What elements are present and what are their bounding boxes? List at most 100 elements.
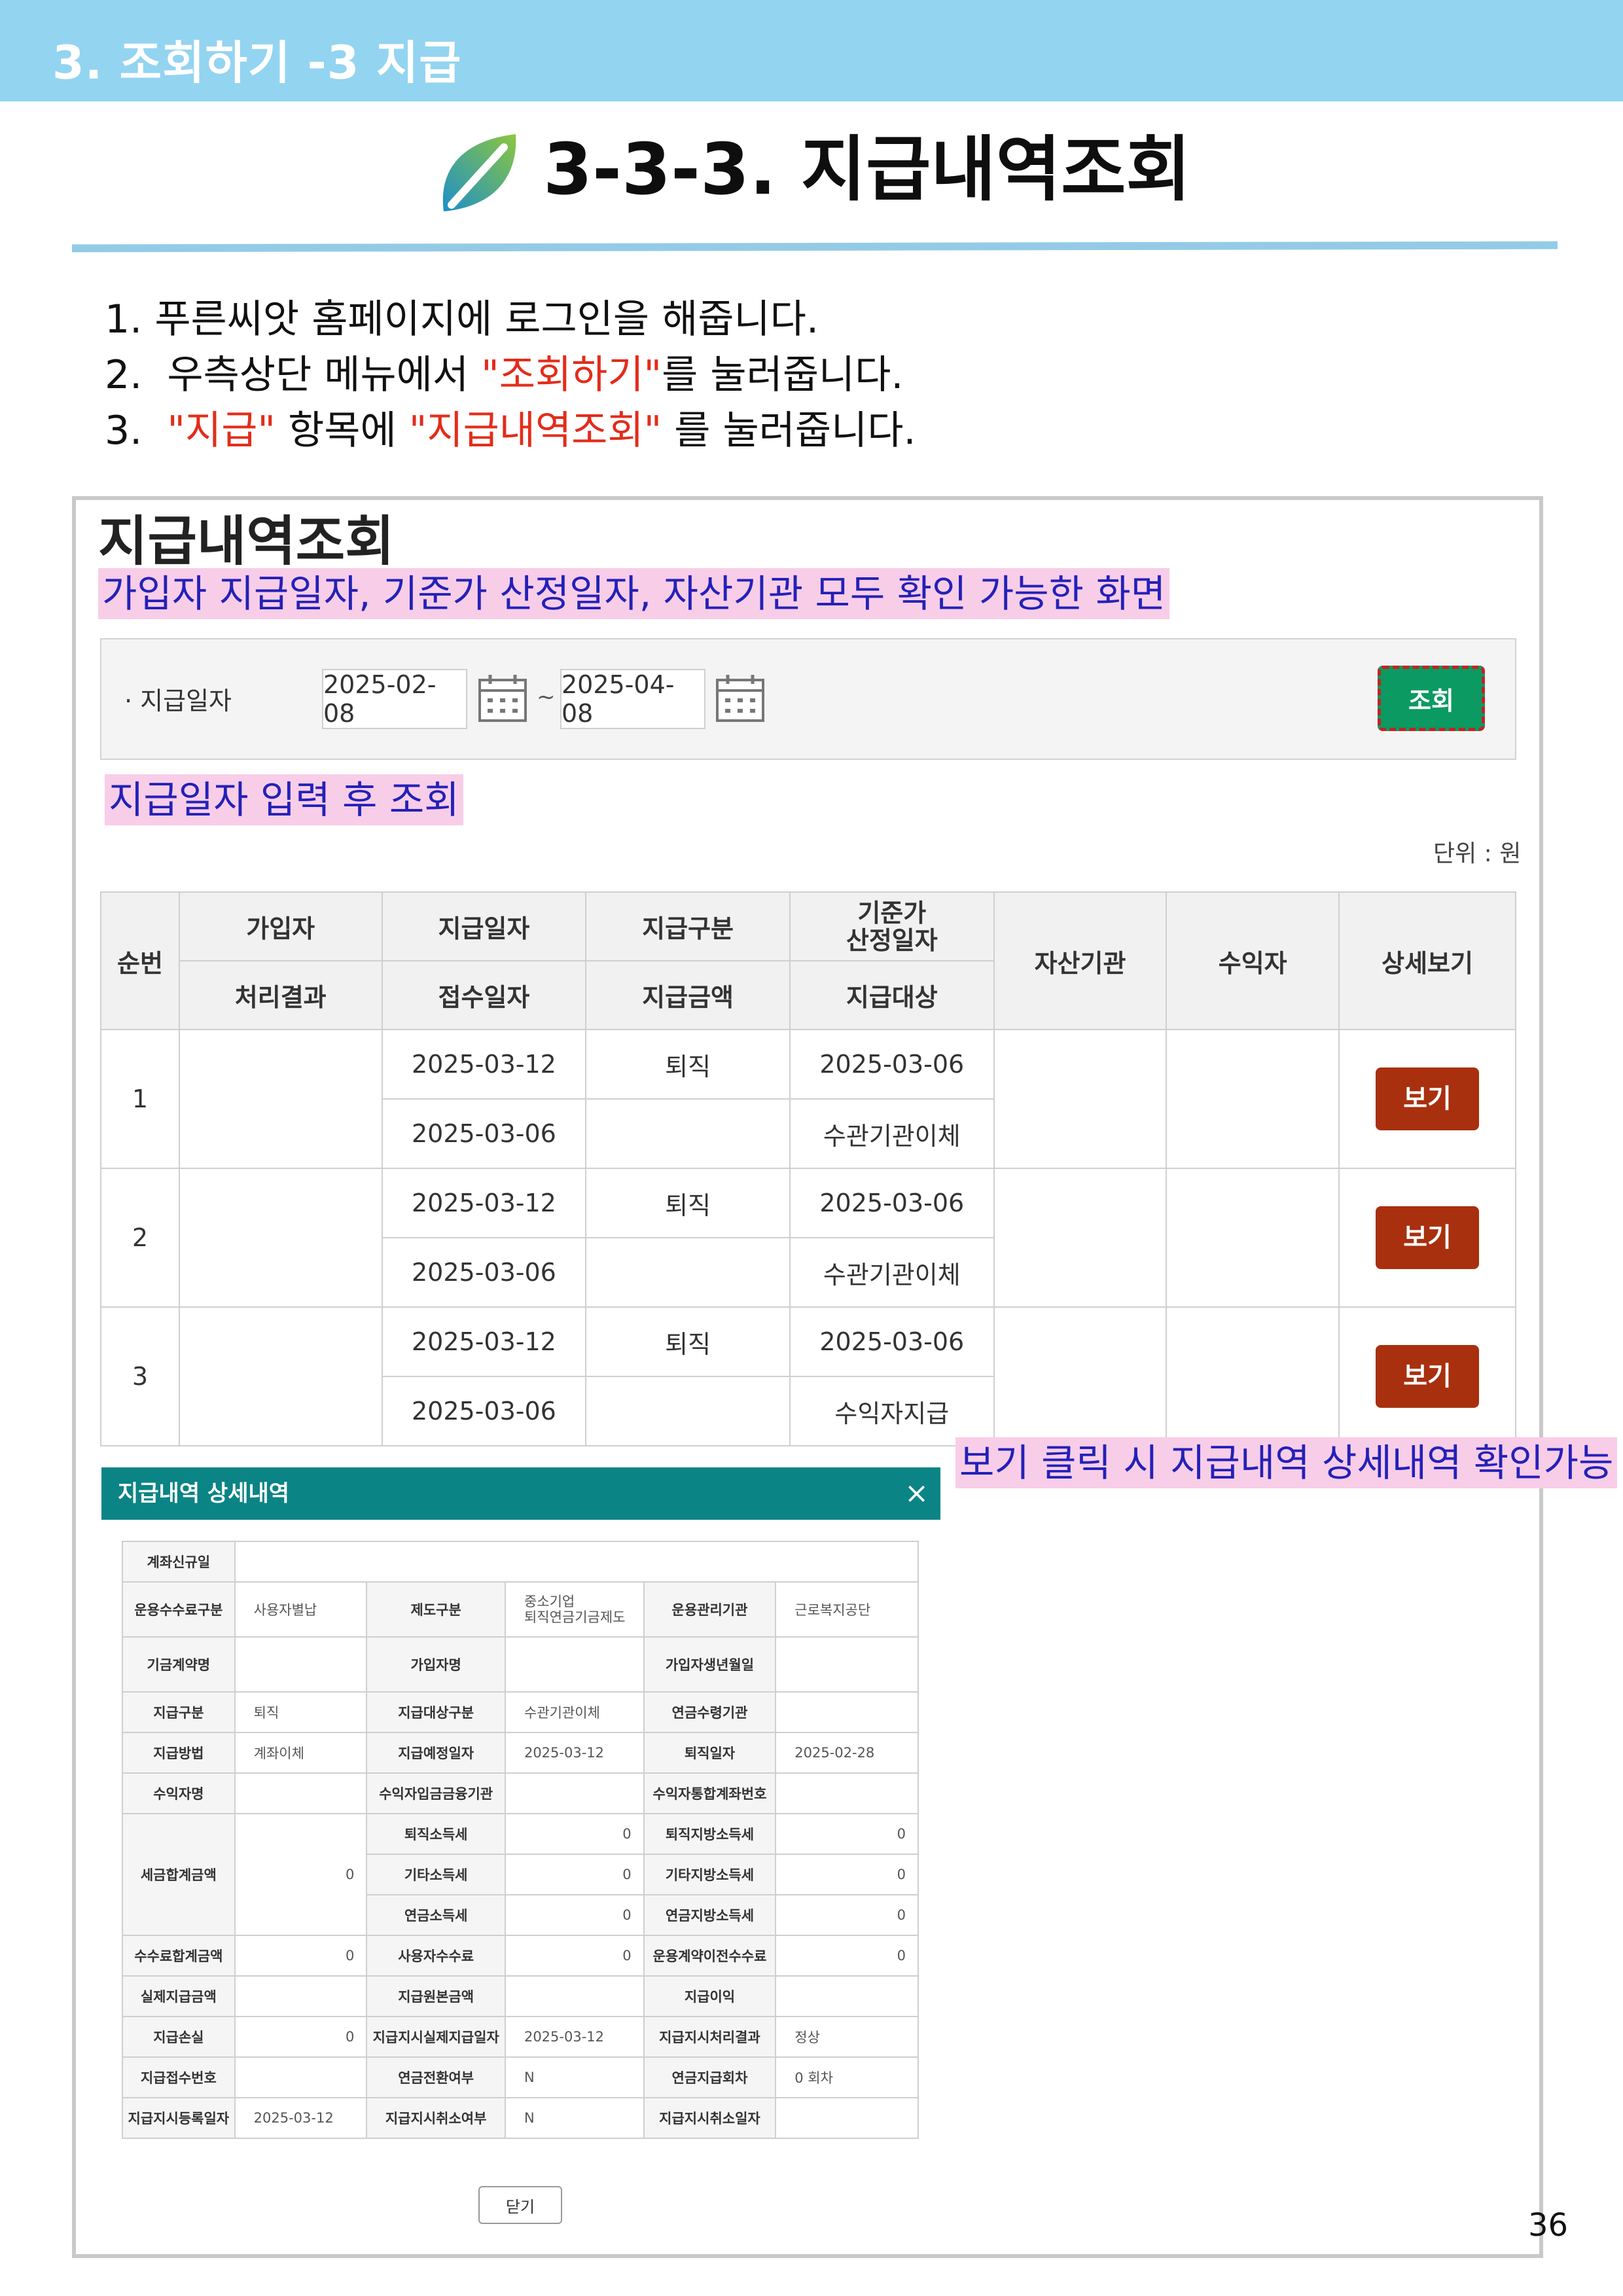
instruction-1: 1. 푸른씨앗 홈페이지에 로그인을 해줍니다.	[105, 296, 819, 342]
detail-value	[234, 1636, 368, 1693]
detail-value	[504, 1636, 645, 1693]
search-button[interactable]: 조회	[1378, 666, 1485, 731]
row-no: 2	[100, 1168, 180, 1308]
detail-value: 사용자별납	[234, 1581, 368, 1638]
detail-key: 운용관리기관	[643, 1581, 777, 1638]
instruction-3: 3. "지급" 항목에 "지급내역조회" 를 눌러줍니다.	[105, 408, 916, 454]
row-target: 수익자지급	[789, 1376, 995, 1446]
col-detail: 상세보기	[1338, 891, 1516, 1030]
detail-key: 지급손실	[122, 2016, 236, 2058]
detail-key: 지급지시처리결과	[643, 2016, 777, 2058]
detail-value	[775, 1772, 919, 1814]
row-detail-cell: 보기	[1338, 1168, 1516, 1308]
view-button[interactable]: 보기	[1376, 1206, 1480, 1269]
detail-key: 연금지급회차	[643, 2056, 777, 2098]
col-pay-target: 지급대상	[789, 960, 995, 1030]
row-pay-date: 2025-03-12	[381, 1168, 587, 1238]
detail-key: 연금지방소득세	[643, 1894, 777, 1936]
row-no: 1	[100, 1029, 180, 1169]
detail-key: 운용수수료구분	[122, 1581, 236, 1638]
row-base-date: 2025-03-06	[789, 1168, 995, 1238]
detail-key: 제도구분	[366, 1581, 506, 1638]
row-target: 수관기관이체	[789, 1237, 995, 1308]
detail-key: 가입자명	[366, 1636, 506, 1693]
screen-title: 지급내역조회	[98, 511, 395, 573]
row-subscriber	[178, 1029, 383, 1169]
detail-key: 수익자명	[122, 1772, 236, 1814]
instruction-2: 2. 우측상단 메뉴에서 "조회하기"를 눌러줍니다.	[105, 352, 904, 398]
row-subscriber	[178, 1168, 383, 1308]
col-asset-org: 자산기관	[993, 891, 1168, 1030]
detail-key: 사용자수수료	[366, 1935, 506, 1977]
date-to-input[interactable]: 2025-04-08	[560, 669, 705, 729]
detail-value: 정상	[775, 2016, 919, 2058]
detail-value: 0 회차	[775, 2056, 919, 2098]
detail-key: 지급구분	[122, 1691, 236, 1733]
row-asset-org	[993, 1029, 1168, 1169]
row-detail-cell: 보기	[1338, 1029, 1516, 1169]
detail-key: 운용계약이전수수료	[643, 1935, 777, 1977]
detail-value: 계좌이체	[234, 1732, 368, 1774]
section-title: 3. 조회하기 -3 지급	[52, 36, 462, 90]
detail-key: 연금소득세	[366, 1894, 506, 1936]
detail-value: 수관기관이체	[504, 1691, 645, 1733]
detail-value	[775, 1636, 919, 1693]
detail-key: 계좌신규일	[122, 1541, 236, 1583]
detail-value: 0	[504, 1935, 645, 1977]
close-button[interactable]: 닫기	[478, 2186, 562, 2224]
payment-list-table: 순번 가입자 지급일자 지급구분 기준가 산정일자 자산기관 수익자 상세보기 처…	[100, 891, 1516, 1446]
leaf-logo-icon	[442, 134, 516, 211]
detail-value: 0	[775, 1813, 919, 1855]
col-pay-type: 지급구분	[585, 891, 791, 961]
detail-value: 근로복지공단	[775, 1581, 919, 1638]
detail-value: 0	[775, 1894, 919, 1936]
row-pay-amount	[585, 1376, 791, 1446]
detail-key: 수익자입금금융기관	[366, 1772, 506, 1814]
detail-key: 퇴직소득세	[366, 1813, 506, 1855]
table-row: 2 2025-03-12 퇴직 2025-03-06 보기	[100, 1168, 1516, 1308]
calendar-icon[interactable]	[476, 671, 529, 725]
col-base-date: 기준가 산정일자	[789, 891, 995, 961]
row-beneficiary	[1166, 1168, 1340, 1308]
view-button[interactable]: 보기	[1376, 1345, 1480, 1408]
detail-value: 0	[504, 1894, 645, 1936]
detail-key: 지급지시취소여부	[366, 2097, 506, 2139]
row-base-date: 2025-03-06	[789, 1306, 995, 1377]
calendar-icon[interactable]	[713, 671, 767, 725]
detail-value	[234, 1541, 919, 1583]
detail-key: 연금전환여부	[366, 2056, 506, 2098]
row-pay-type: 퇴직	[585, 1306, 791, 1377]
search-panel	[100, 638, 1516, 760]
table-row: 3 2025-03-12 퇴직 2025-03-06 보기	[100, 1306, 1516, 1446]
detail-value: 중소기업 퇴직연금기금제도	[504, 1581, 645, 1638]
col-no: 순번	[100, 891, 180, 1030]
detail-key: 기타지방소득세	[643, 1854, 777, 1895]
popup-header: 지급내역 상세내역 ×	[101, 1467, 940, 1520]
detail-key: 수익자통합계좌번호	[643, 1772, 777, 1814]
col-beneficiary: 수익자	[1166, 891, 1340, 1030]
row-pay-date: 2025-03-12	[381, 1306, 587, 1377]
detail-key: 연금수령기관	[643, 1691, 777, 1733]
col-subscriber: 가입자	[178, 891, 383, 961]
row-receipt-date: 2025-03-06	[381, 1098, 587, 1169]
view-button[interactable]: 보기	[1376, 1067, 1480, 1130]
detail-key: 퇴직일자	[643, 1732, 777, 1774]
note-view: 보기 클릭 시 지급내역 상세내역 확인가능	[955, 1437, 1618, 1488]
detail-table: 계좌신규일 운용수수료구분 사용자별납 제도구분 중소기업 퇴직연금기금제도 운용…	[122, 1541, 919, 2139]
date-separator: ~	[537, 684, 556, 710]
row-target: 수관기관이체	[789, 1098, 995, 1169]
detail-value: 0	[234, 2016, 368, 2058]
detail-key: 지급방법	[122, 1732, 236, 1774]
detail-value: 2025-03-12	[504, 2016, 645, 2058]
detail-value	[775, 1975, 919, 2017]
detail-value: 0	[234, 1935, 368, 1977]
title-divider	[72, 241, 1558, 253]
detail-key: 지급대상구분	[366, 1691, 506, 1733]
detail-value: 0	[775, 1935, 919, 1977]
row-pay-type: 퇴직	[585, 1168, 791, 1238]
close-icon[interactable]: ×	[904, 1467, 929, 1520]
detail-key: 기타소득세	[366, 1854, 506, 1895]
date-from-input[interactable]: 2025-02-08	[322, 669, 467, 729]
detail-key: 지급지시실제지급일자	[366, 2016, 506, 2058]
row-base-date: 2025-03-06	[789, 1029, 995, 1100]
